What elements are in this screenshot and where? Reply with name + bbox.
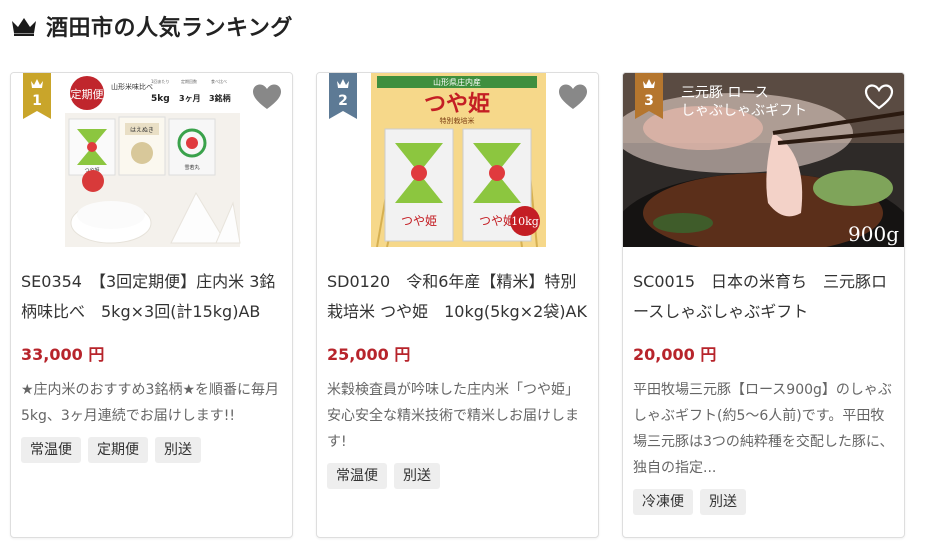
product-description: 米穀検査員が吟味した庄内米「つや姫」 安心安全な精米技術で精米しお届けします!	[327, 382, 586, 450]
rank-badge-3: 3	[635, 73, 663, 119]
rank-number: 3	[644, 93, 654, 109]
image-line-1: 三元豚 ロース	[681, 85, 769, 101]
product-name[interactable]: SD0120 令和6年産【精米】特別栽培米 つや姫 10kg(5kg×2袋)AK	[327, 267, 588, 327]
favorite-heart-icon[interactable]	[558, 83, 588, 111]
image-badge-text: 定期便	[71, 87, 104, 101]
product-name[interactable]: SE0354 【3回定期便】庄内米 3銘柄味比べ 5kg×3回(計15kg)AB	[21, 267, 282, 327]
product-card-3[interactable]: 三元豚 ロース しゃぶしゃぶギフト 900g 3 SC0015 日本の米育ち 三…	[622, 72, 905, 538]
rank-number: 2	[338, 93, 348, 109]
tag-list: 常温便 別送	[327, 463, 588, 489]
product-image-2[interactable]: 山形県庄内産 つや姫 特別栽培米 つや姫 つや姫 10kg	[317, 73, 598, 247]
product-description: 平田牧場三元豚【ロース900g】のしゃぶしゃぶギフト(約5～6人前)です。平田牧…	[633, 382, 894, 476]
favorite-heart-icon[interactable]	[252, 83, 282, 111]
favorite-heart-icon[interactable]	[864, 83, 894, 111]
image-months: 3ヶ月	[179, 94, 201, 103]
image-brands: 3銘柄	[209, 93, 231, 103]
image-header-note-3: 食べ比べ	[211, 78, 227, 84]
product-name[interactable]: SC0015 日本の米育ち 三元豚ロースしゃぶしゃぶギフト	[633, 267, 894, 327]
product-price: 20,000 円	[633, 345, 717, 364]
product-price: 33,000 円	[21, 345, 105, 364]
product-card-1[interactable]: 定期便 山形米味比べ 1回あたり 定期回数 食べ比べ 5kg 3ヶ月 3銘柄 つ…	[10, 72, 293, 538]
image-line-2: しゃぶしゃぶギフト	[681, 103, 807, 119]
image-brand: つや姫	[424, 91, 490, 117]
image-bag-right-label: つや姫	[479, 214, 515, 228]
image-header-note-2: 定期回数	[181, 78, 197, 84]
image-bag-left-label: つや姫	[401, 214, 437, 228]
image-subtitle: 特別栽培米	[440, 116, 475, 125]
tag-separate-shipping: 別送	[155, 437, 201, 463]
rank-badge-1: 1	[23, 73, 51, 119]
ranking-heading: 酒田市の人気ランキング	[10, 10, 293, 42]
product-image-1[interactable]: 定期便 山形米味比べ 1回あたり 定期回数 食べ比べ 5kg 3ヶ月 3銘柄 つ…	[11, 73, 292, 247]
tag-shipping-frozen: 冷凍便	[633, 489, 693, 515]
rank-badge-2: 2	[329, 73, 357, 119]
product-price: 25,000 円	[327, 345, 411, 364]
product-card-2[interactable]: 山形県庄内産 つや姫 特別栽培米 つや姫 つや姫 10kg 2 SD0120 令…	[316, 72, 599, 538]
tag-separate-shipping: 別送	[394, 463, 440, 489]
crown-icon	[12, 18, 36, 36]
image-bag-3-label: 雪若丸	[184, 164, 199, 171]
rank-number: 1	[32, 93, 42, 109]
image-weight: 5kg	[151, 94, 170, 104]
image-banner: 山形県庄内産	[433, 77, 481, 87]
tag-shipping-ambient: 常温便	[21, 437, 81, 463]
image-bag-2-label: はえぬき	[130, 127, 154, 134]
product-description: ★庄内米のおすすめ3銘柄★を順番に毎月5kg、3ヶ月連続でお届けします!!	[21, 382, 280, 424]
image-header-label: 山形米味比べ	[111, 82, 153, 91]
tag-subscription: 定期便	[88, 437, 148, 463]
image-weight-badge: 10kg	[511, 215, 539, 228]
tag-separate-shipping: 別送	[700, 489, 746, 515]
image-header-note-1: 1回あたり	[151, 78, 170, 84]
image-weight: 900g	[848, 222, 899, 246]
tag-list: 冷凍便 別送	[633, 489, 894, 515]
tag-shipping-ambient: 常温便	[327, 463, 387, 489]
section-title: 酒田市の人気ランキング	[46, 16, 293, 41]
product-image-3[interactable]: 三元豚 ロース しゃぶしゃぶギフト 900g	[623, 73, 904, 247]
tag-list: 常温便 定期便 別送	[21, 437, 282, 463]
